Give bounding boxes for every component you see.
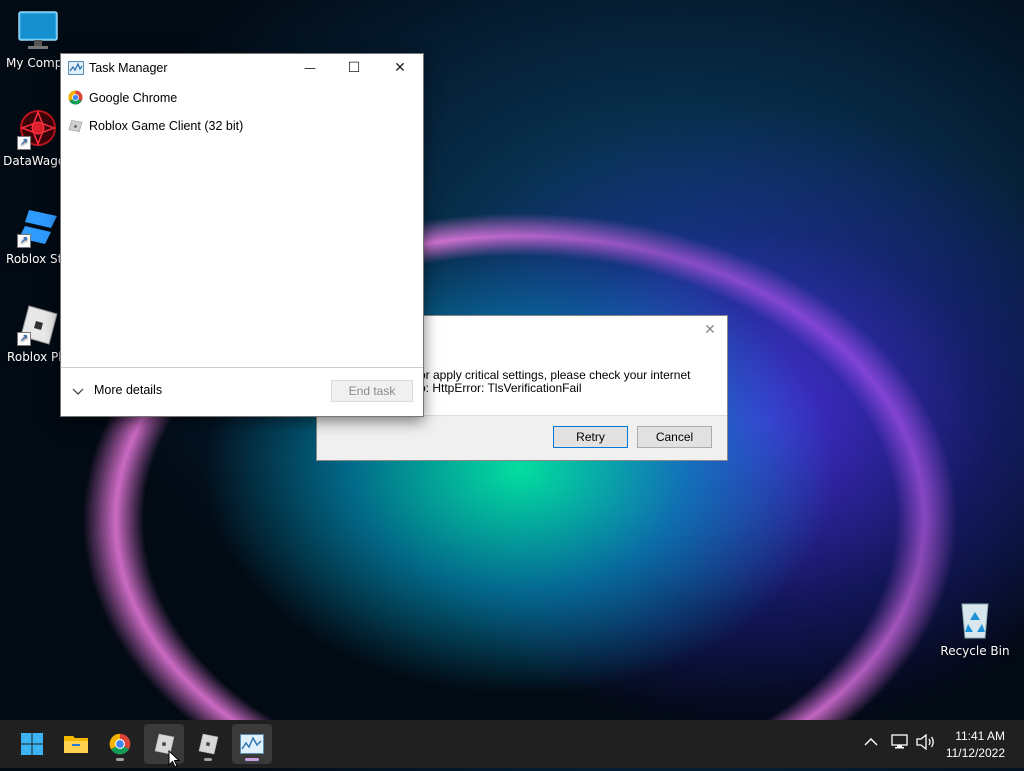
process-name: Google Chrome (89, 91, 178, 105)
task-manager-window: Task Manager — ☐ ✕ Google Chrome Roblox … (60, 53, 424, 417)
recycle-bin-icon (954, 598, 996, 640)
clock-time[interactable]: 11:41 AM (940, 729, 1005, 743)
shortcut-arrow-icon: ↗ (17, 234, 31, 248)
taskbar-task-manager[interactable] (232, 724, 272, 764)
taskbar-roblox-player[interactable] (188, 724, 228, 764)
cancel-button[interactable]: Cancel (637, 426, 712, 448)
chrome-icon (109, 733, 131, 758)
datawagon-logo-icon: ↗ (17, 108, 59, 150)
roblox-icon (68, 119, 83, 136)
shortcut-arrow-icon: ↗ (17, 332, 31, 346)
task-manager-icon (240, 734, 264, 757)
process-row-roblox[interactable]: Roblox Game Client (32 bit) (61, 113, 423, 139)
chrome-icon (68, 90, 83, 108)
taskbar: 11:41 AM 11/12/2022 (0, 720, 1024, 768)
running-indicator (116, 758, 124, 761)
taskbar-file-explorer[interactable] (56, 724, 96, 764)
volume-icon[interactable] (916, 733, 936, 753)
maximize-button[interactable]: ☐ (331, 54, 377, 84)
close-button[interactable]: ✕ (377, 54, 423, 84)
dialog-footer: Retry Cancel (317, 415, 727, 460)
more-details-link[interactable]: More details (94, 383, 162, 397)
shortcut-arrow-icon: ↗ (17, 136, 31, 150)
network-icon[interactable] (891, 734, 909, 753)
task-manager-footer: More details End task (61, 367, 423, 416)
dialog-message-line-2: nfo: HttpError: TlsVerificationFail (409, 381, 582, 395)
clock-date[interactable]: 11/12/2022 (940, 746, 1005, 760)
monitor-icon (17, 10, 59, 52)
minimize-button[interactable]: — (287, 54, 333, 84)
tray-overflow-chevron-icon[interactable] (864, 736, 878, 750)
roblox-icon (197, 733, 219, 758)
start-button[interactable] (12, 724, 52, 764)
roblox-studio-icon: ↗ (17, 206, 59, 248)
roblox-player-icon: ↗ (17, 304, 59, 346)
windows-logo-icon (21, 733, 43, 758)
dialog-message: d or apply critical settings, please che… (409, 369, 690, 395)
desktop-icon-recycle-bin[interactable]: Recycle Bin (937, 598, 1013, 658)
taskbar-chrome[interactable] (100, 724, 140, 764)
taskbar-roblox-client[interactable] (144, 724, 184, 768)
task-manager-title: Task Manager (89, 61, 168, 75)
running-indicator (245, 758, 259, 761)
process-row-chrome[interactable]: Google Chrome (61, 85, 423, 111)
desktop-icon-label: Recycle Bin (940, 644, 1010, 658)
task-manager-titlebar[interactable]: Task Manager — ☐ ✕ (61, 54, 423, 84)
end-task-button[interactable]: End task (331, 380, 413, 402)
process-name: Roblox Game Client (32 bit) (89, 119, 244, 133)
running-indicator (204, 758, 212, 761)
retry-button[interactable]: Retry (553, 426, 628, 448)
chevron-down-icon[interactable] (72, 385, 84, 399)
dialog-close-button[interactable]: ✕ (699, 322, 721, 340)
task-manager-app-icon (68, 61, 84, 75)
folder-icon (64, 734, 88, 757)
